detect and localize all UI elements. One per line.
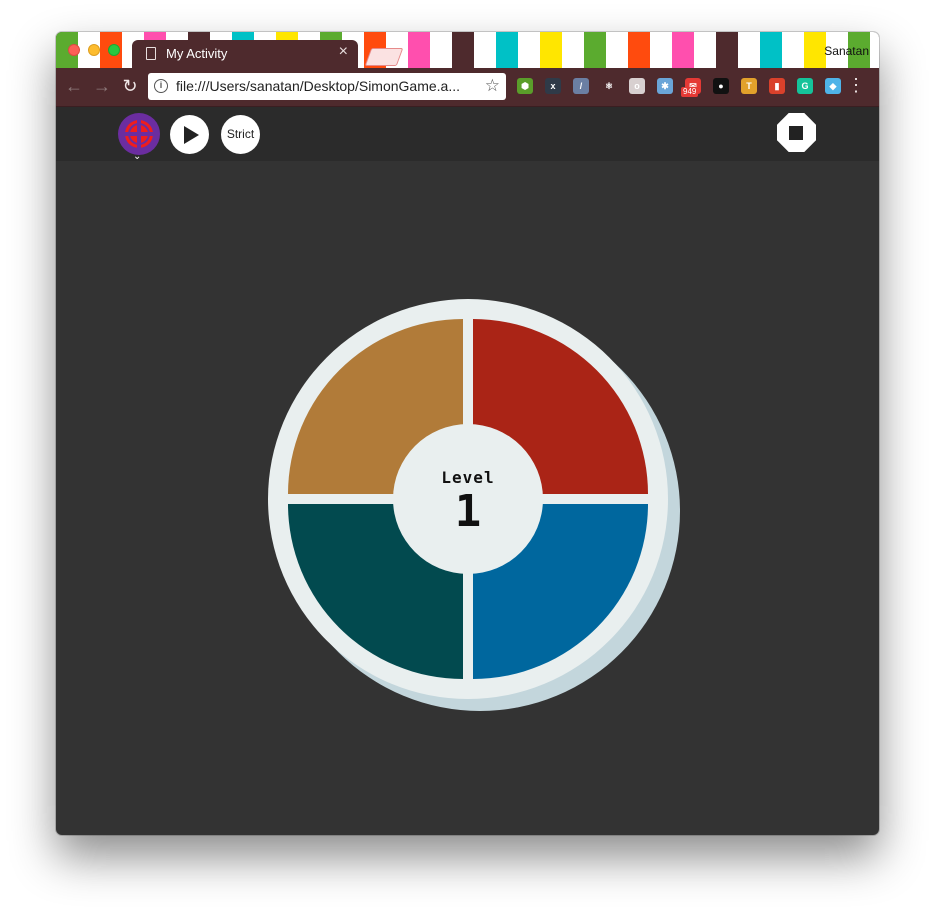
tab-stripe: [452, 32, 474, 68]
star-icon[interactable]: ☆: [485, 76, 500, 96]
back-icon[interactable]: ←: [64, 76, 84, 96]
browser-window: My Activity × Sanatan ← → ↻ i file:///Us…: [56, 32, 879, 835]
extension-badge: 949: [681, 87, 699, 97]
grammarly-icon[interactable]: G: [797, 78, 813, 94]
extension-icon-1[interactable]: ⬢: [517, 78, 533, 94]
level-display: Level 1: [393, 424, 543, 574]
level-label: Level: [441, 468, 495, 487]
reload-icon[interactable]: ↻: [120, 76, 140, 96]
extension-icon-2[interactable]: x: [545, 78, 561, 94]
tab-stripe: [562, 32, 584, 68]
tab-stripe: [474, 32, 496, 68]
extension-icon-3[interactable]: /: [573, 78, 589, 94]
tab-stripe: [694, 32, 716, 68]
url-text[interactable]: file:///Users/sanatan/Desktop/SimonGame.…: [176, 78, 460, 94]
tab-stripe: [782, 32, 804, 68]
document-icon: [146, 47, 156, 60]
tab-stripe: [672, 32, 694, 68]
board-base: Level 1: [268, 299, 668, 699]
play-icon: [184, 126, 199, 144]
tab-stripe: [738, 32, 760, 68]
simon-board: Level 1: [268, 299, 682, 713]
chevron-down-icon[interactable]: ⌄: [133, 151, 141, 162]
tab-stripe: [650, 32, 672, 68]
browser-toolbar: ← → ↻ i file:///Users/sanatan/Desktop/Si…: [56, 68, 879, 107]
stop-button[interactable]: [777, 113, 816, 152]
tab-stripe: [870, 32, 879, 68]
react-icon[interactable]: ⚛: [601, 78, 617, 94]
tab-stripe: [760, 32, 782, 68]
tab-stripe: [716, 32, 738, 68]
logo-target-icon: [125, 120, 153, 148]
tab-stripe: [408, 32, 430, 68]
tab-stripe: [584, 32, 606, 68]
stop-icon: [789, 126, 803, 140]
new-tab-button[interactable]: [364, 48, 404, 66]
tab-stripe: [496, 32, 518, 68]
tab-stripe: [430, 32, 452, 68]
maximize-window-button[interactable]: [108, 44, 120, 56]
app-logo[interactable]: [118, 113, 160, 155]
tab-stripe: [804, 32, 826, 68]
tab-my-activity[interactable]: My Activity ×: [132, 40, 358, 68]
diamond-icon[interactable]: ◆: [825, 78, 841, 94]
profile-name[interactable]: Sanatan: [824, 44, 869, 58]
tab-close-icon[interactable]: ×: [339, 44, 348, 60]
app-header: ⌄ Strict: [56, 107, 879, 162]
strict-button[interactable]: Strict: [221, 115, 260, 154]
close-window-button[interactable]: [68, 44, 80, 56]
book-icon[interactable]: ▮: [769, 78, 785, 94]
extension-icon-5[interactable]: o: [629, 78, 645, 94]
tab-stripe: [628, 32, 650, 68]
forward-icon[interactable]: →: [92, 76, 112, 96]
tab-stripe: [540, 32, 562, 68]
logo-crosshair-v: [137, 120, 141, 148]
tab-stripe: [606, 32, 628, 68]
level-value: 1: [454, 486, 482, 537]
minimize-window-button[interactable]: [88, 44, 100, 56]
menu-icon[interactable]: ⋮: [847, 76, 865, 94]
extension-icon-6[interactable]: ✱: [657, 78, 673, 94]
info-icon[interactable]: i: [154, 79, 168, 93]
txt-icon[interactable]: T: [741, 78, 757, 94]
tab-stripe: [518, 32, 540, 68]
address-bar[interactable]: i file:///Users/sanatan/Desktop/SimonGam…: [148, 73, 506, 100]
tab-strip: My Activity × Sanatan: [56, 32, 879, 68]
color-picker-icon[interactable]: ●: [713, 78, 729, 94]
tab-title: My Activity: [166, 46, 228, 61]
play-button[interactable]: [170, 115, 209, 154]
